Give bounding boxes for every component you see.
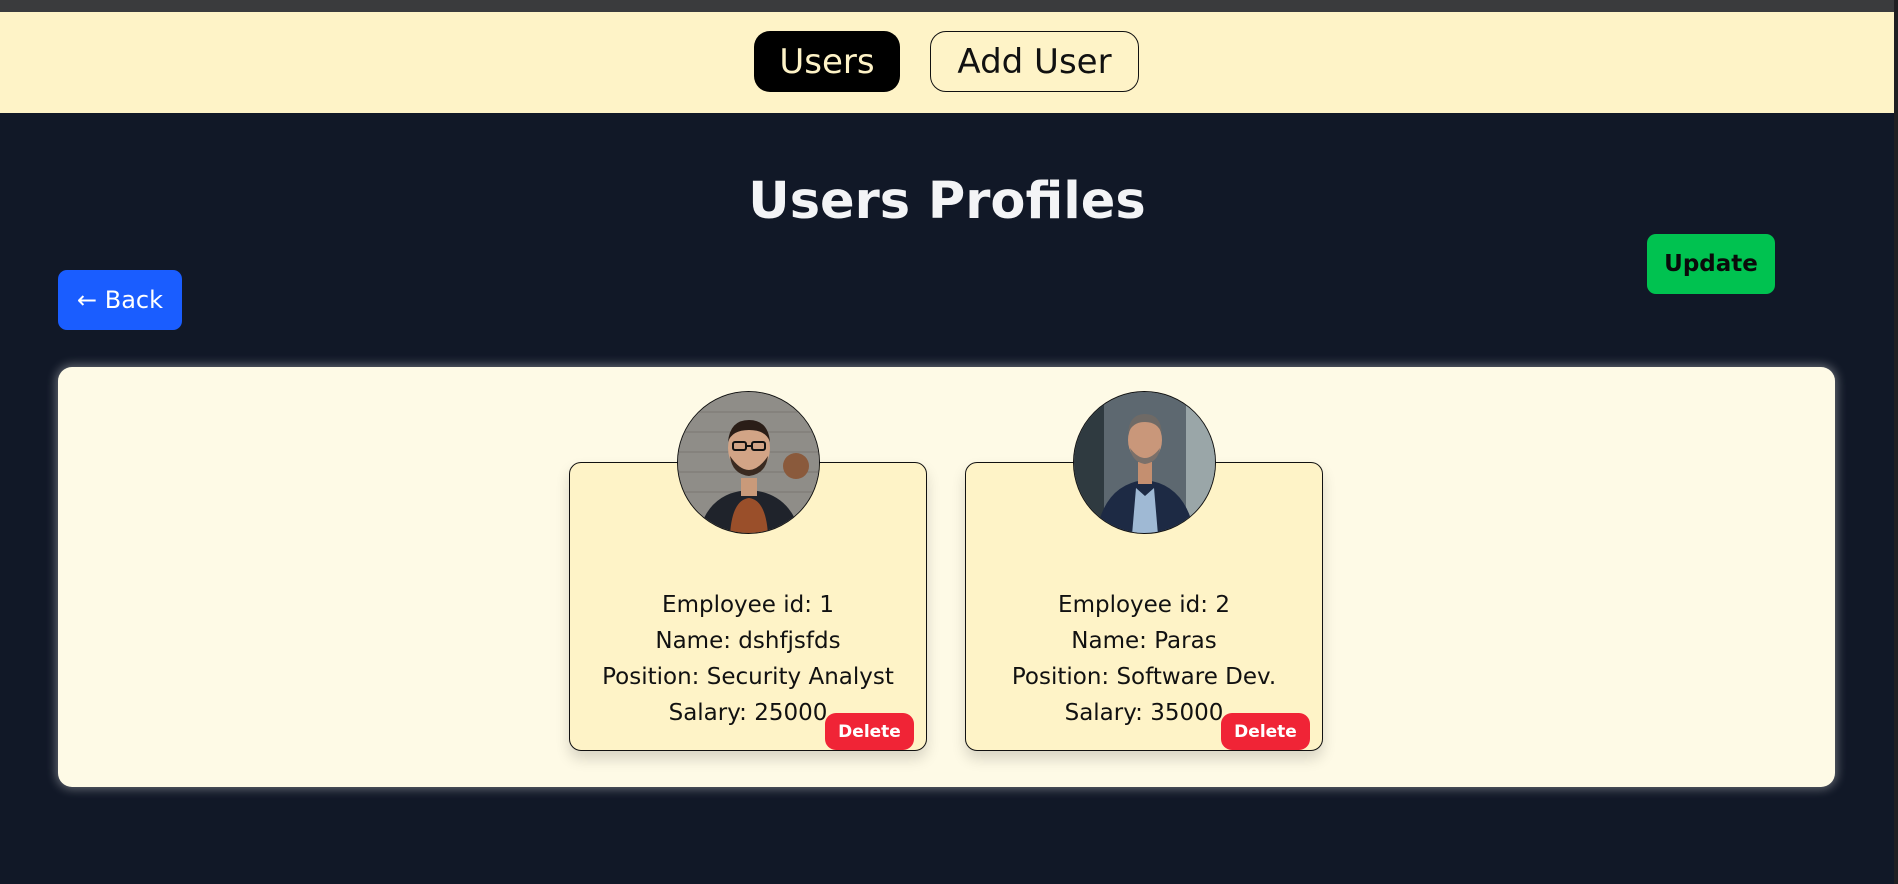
employee-id: Employee id: 2 — [1058, 592, 1230, 618]
employee-position: Position: Security Analyst — [602, 664, 894, 690]
nav-add-user-button[interactable]: Add User — [930, 31, 1139, 92]
employee-name: Name: Paras — [1071, 628, 1217, 654]
back-button[interactable]: ← Back — [58, 270, 182, 330]
employee-info: Employee id: 1 Name: dshfjsfds Position:… — [570, 587, 926, 731]
employee-name: Name: dshfjsfds — [655, 628, 841, 654]
users-panel — [58, 367, 1835, 787]
person-photo-icon — [1073, 391, 1216, 534]
employee-position: Position: Software Dev. — [1011, 664, 1277, 690]
delete-button[interactable]: Delete — [1221, 713, 1310, 750]
avatar-image — [1074, 392, 1215, 533]
window-top-strip — [0, 0, 1898, 12]
employee-info: Employee id: 2 Name: Paras Position: Sof… — [966, 587, 1322, 731]
delete-button[interactable]: Delete — [825, 713, 914, 750]
nav-users-button[interactable]: Users — [754, 31, 900, 92]
person-photo-icon — [677, 391, 820, 534]
window-right-edge — [1894, 0, 1898, 884]
page-title: Users Profiles — [748, 172, 1146, 231]
update-button[interactable]: Update — [1647, 234, 1775, 294]
avatar-image — [678, 392, 819, 533]
employee-id: Employee id: 1 — [662, 592, 834, 618]
